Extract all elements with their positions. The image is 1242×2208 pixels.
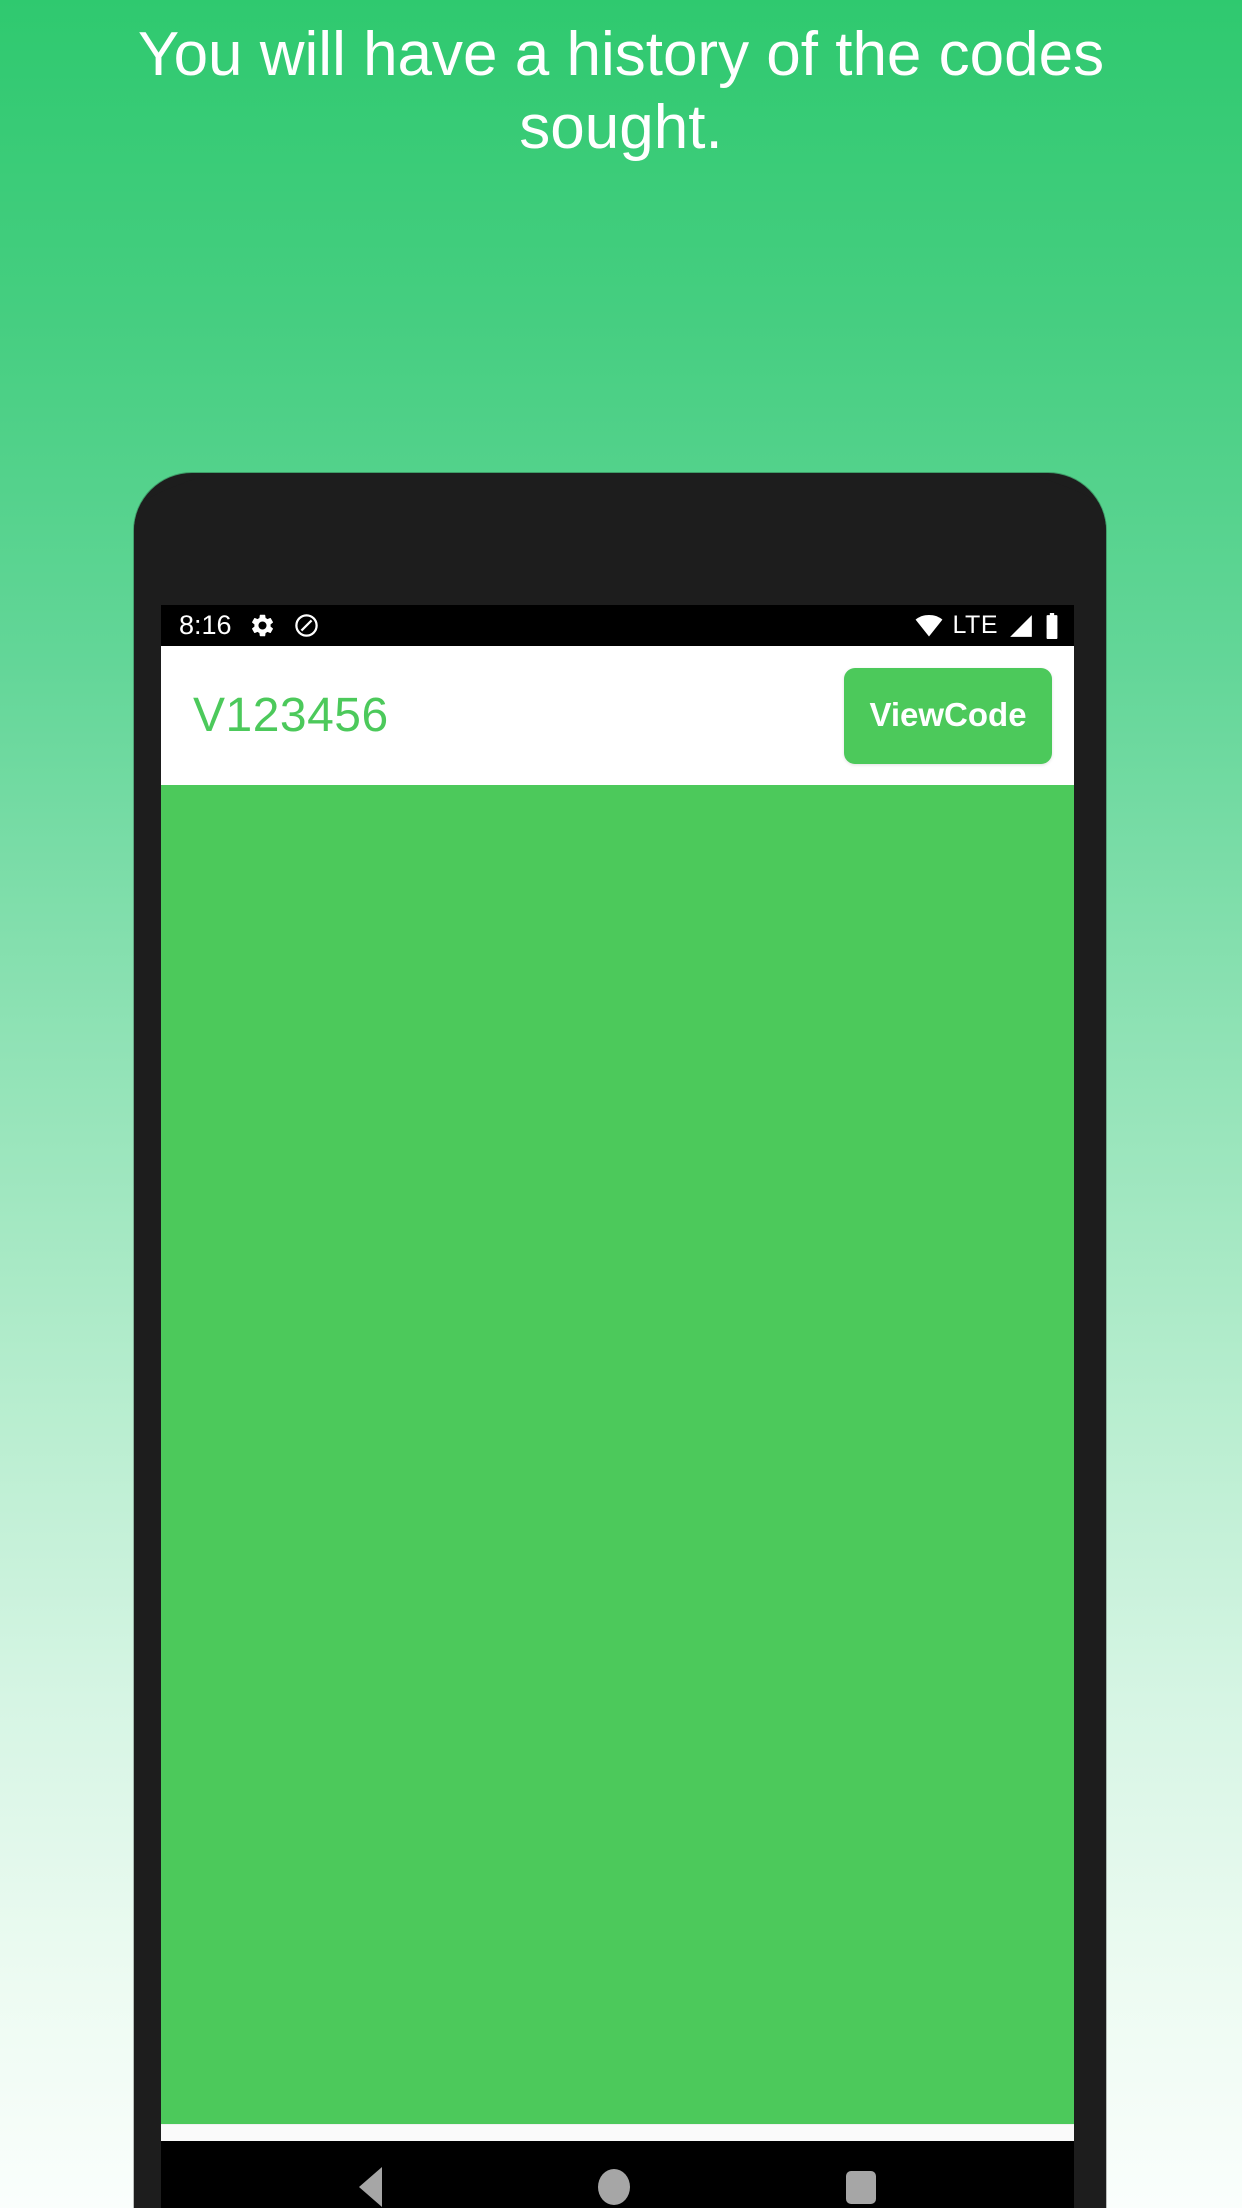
promo-headline: You will have a history of the codes sou… bbox=[137, 20, 1105, 163]
network-type-label: LTE bbox=[952, 611, 998, 639]
history-entry-row[interactable]: V123456 View Code bbox=[161, 646, 1074, 785]
status-bar-right-group: LTE bbox=[915, 611, 1061, 639]
gear-icon bbox=[251, 614, 273, 637]
system-nav-back-button[interactable] bbox=[359, 2167, 382, 2207]
view-code-button[interactable]: View Code bbox=[844, 667, 1052, 764]
history-code-value: V123456 bbox=[193, 689, 389, 742]
history-list-area bbox=[161, 785, 1074, 2124]
status-bar-left-group: 8:16 bbox=[179, 612, 320, 639]
android-system-nav bbox=[161, 2141, 1074, 2208]
status-bar-clock: 8:16 bbox=[179, 610, 232, 640]
system-nav-home-button[interactable] bbox=[598, 2169, 630, 2205]
battery-icon bbox=[1046, 612, 1058, 639]
signal-icon bbox=[1010, 614, 1032, 637]
wifi-icon bbox=[915, 614, 942, 636]
phone-screen: 8:16 LTE V123456 View Code bbox=[161, 605, 1074, 2208]
do-not-disturb-icon bbox=[294, 614, 318, 637]
phone-frame: 8:16 LTE V123456 View Code bbox=[134, 473, 1106, 2208]
android-status-bar: 8:16 LTE bbox=[161, 605, 1074, 646]
promo-screenshot-root: You will have a history of the codes sou… bbox=[0, 0, 1242, 2208]
system-nav-recents-button[interactable] bbox=[846, 2170, 876, 2204]
back-icon bbox=[359, 2167, 382, 2207]
view-code-button-line1: View bbox=[869, 696, 945, 734]
recents-icon bbox=[846, 2170, 876, 2204]
view-code-button-line2: Code bbox=[944, 696, 1027, 734]
home-icon bbox=[598, 2169, 630, 2205]
